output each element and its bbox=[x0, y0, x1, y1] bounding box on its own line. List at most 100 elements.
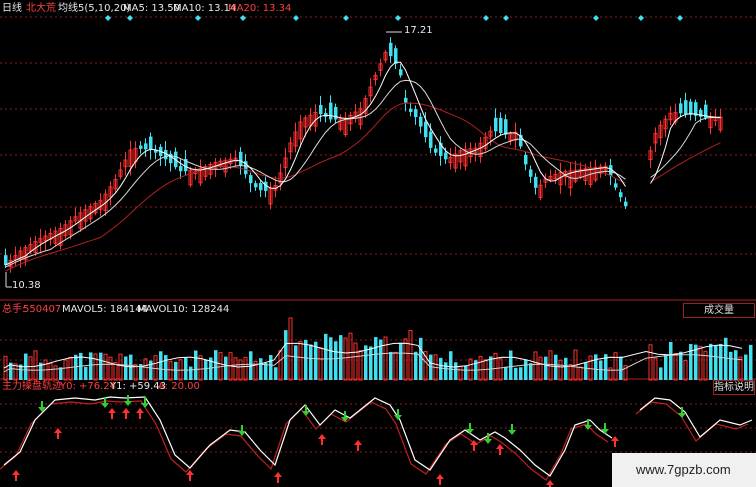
volume-bar bbox=[749, 344, 753, 380]
volume-bar bbox=[343, 337, 348, 381]
volume-bar bbox=[698, 345, 703, 381]
signal-diamond-icon bbox=[293, 15, 299, 21]
volume-bar bbox=[168, 361, 173, 381]
candle-body bbox=[389, 42, 393, 57]
volume-bar bbox=[468, 358, 473, 381]
candle-body bbox=[144, 143, 148, 150]
buy-arrow-icon bbox=[496, 444, 504, 455]
signal-diamond-icon bbox=[677, 15, 683, 21]
volume-bar bbox=[103, 353, 108, 381]
volume-bar bbox=[653, 357, 658, 381]
sell-arrow-icon bbox=[466, 423, 474, 434]
volume-bar bbox=[408, 330, 413, 381]
volume-bar bbox=[324, 333, 328, 380]
volume-bar bbox=[599, 360, 603, 380]
ma10-line bbox=[5, 79, 721, 268]
candlestick-chart-canvas[interactable] bbox=[0, 0, 756, 487]
candle-body bbox=[404, 97, 408, 103]
volume-bar bbox=[744, 354, 748, 380]
volume-bar bbox=[374, 337, 378, 380]
volume-bar bbox=[544, 356, 548, 380]
volume-bar bbox=[53, 365, 58, 381]
volume-bar bbox=[664, 354, 668, 380]
sell-arrow-icon bbox=[601, 423, 609, 434]
volume-bar bbox=[358, 350, 363, 381]
buy-arrow-icon bbox=[186, 470, 194, 481]
volume-bar bbox=[659, 367, 663, 380]
volume-bar bbox=[584, 362, 588, 380]
ma20-value: MA20: 13.34 bbox=[228, 3, 292, 14]
volume-bar bbox=[564, 357, 568, 380]
volume-bar bbox=[449, 351, 453, 380]
ma-indicator-title: 均线5(5,10,20) bbox=[58, 3, 131, 14]
volume-bar bbox=[124, 356, 128, 380]
ma10-value: MA10: 13.14 bbox=[173, 3, 237, 14]
volume-bar bbox=[673, 353, 678, 381]
buy-arrow-icon bbox=[136, 408, 144, 419]
buy-arrow-icon bbox=[12, 470, 20, 481]
volume-bar bbox=[304, 339, 308, 380]
volume-bar bbox=[709, 343, 713, 380]
volume-bar bbox=[153, 355, 158, 381]
volume-bar bbox=[648, 344, 653, 381]
buy-arrow-icon bbox=[354, 440, 362, 451]
candle-body bbox=[169, 153, 173, 164]
candle-body bbox=[259, 182, 263, 191]
indicator-title: 主力操盘轨迹 bbox=[2, 381, 62, 392]
volume-bar bbox=[724, 337, 728, 380]
watermark-box: www.7gpzb.com bbox=[612, 453, 756, 487]
ma5-value: MA5: 13.50 bbox=[123, 3, 181, 14]
candle-body bbox=[334, 106, 338, 120]
volume-bar bbox=[514, 367, 518, 380]
volume-bar bbox=[84, 366, 88, 380]
volume-bar bbox=[264, 362, 268, 380]
candle-body bbox=[179, 166, 183, 172]
volume-bar bbox=[369, 346, 373, 380]
volume-bar bbox=[194, 350, 198, 380]
signal-diamond-icon bbox=[343, 15, 349, 21]
candle-body bbox=[689, 101, 693, 115]
volume-bar bbox=[334, 341, 338, 380]
volume-bar bbox=[714, 345, 718, 380]
volume-indicator-button[interactable]: 成交量 bbox=[683, 303, 755, 318]
volume-bar bbox=[414, 351, 418, 380]
volume-bar bbox=[224, 356, 228, 380]
volume-bar bbox=[689, 344, 693, 380]
volume-bar bbox=[389, 351, 393, 380]
buy-arrow-icon bbox=[108, 408, 116, 419]
signal-diamond-icon bbox=[195, 15, 201, 21]
volume-bar bbox=[454, 362, 458, 380]
candle-body bbox=[399, 69, 403, 76]
volume-bar bbox=[734, 350, 738, 380]
volume-bar bbox=[68, 356, 73, 381]
volume-bar bbox=[284, 330, 288, 380]
sell-arrow-icon bbox=[508, 424, 516, 435]
candle-body bbox=[434, 148, 438, 153]
buy-arrow-icon bbox=[470, 440, 478, 451]
volume-bar bbox=[533, 351, 538, 381]
candle-body bbox=[254, 183, 258, 188]
candle-body bbox=[499, 117, 503, 133]
volume-bar bbox=[33, 350, 38, 381]
period-label[interactable]: 日线 bbox=[2, 3, 22, 15]
volume-bar bbox=[184, 357, 188, 380]
low-price-label: 10.38 bbox=[12, 280, 41, 291]
candle-body bbox=[139, 145, 143, 149]
volume-bar bbox=[294, 345, 298, 380]
candle-body bbox=[249, 175, 253, 184]
volume-bar bbox=[274, 367, 278, 380]
volume-bar bbox=[318, 347, 323, 381]
volume-bar bbox=[509, 350, 513, 380]
volume-bar bbox=[578, 366, 583, 381]
candle-body bbox=[329, 102, 333, 120]
volume-bar bbox=[189, 366, 193, 380]
volume-bar bbox=[63, 359, 68, 381]
candle-body bbox=[429, 131, 433, 148]
volume-bar bbox=[399, 342, 403, 380]
candle-body bbox=[419, 116, 423, 127]
indicator-help-button[interactable]: 指标说明 bbox=[713, 380, 755, 395]
candle-body bbox=[414, 109, 418, 117]
volume-bar bbox=[719, 343, 723, 380]
total-volume-label: 总手: bbox=[2, 304, 26, 315]
volume-bar bbox=[738, 356, 743, 381]
